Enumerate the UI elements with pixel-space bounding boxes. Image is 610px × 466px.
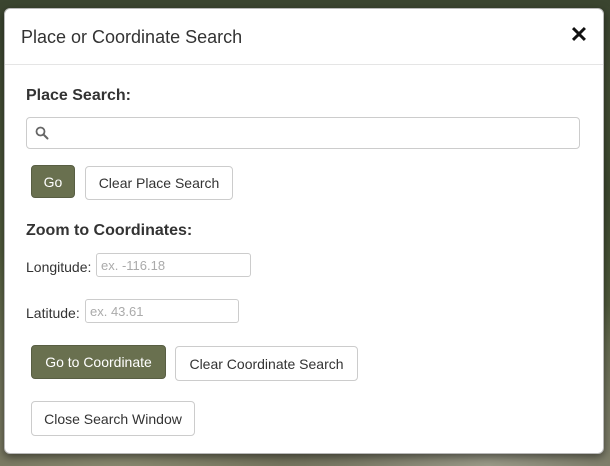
place-search-input[interactable] <box>55 119 577 147</box>
longitude-input[interactable] <box>96 253 251 277</box>
clear-coordinate-search-button[interactable]: Clear Coordinate Search <box>175 346 358 381</box>
place-search-heading: Place Search: <box>26 87 131 104</box>
clear-place-search-button[interactable]: Clear Place Search <box>85 166 233 200</box>
modal-header: Place or Coordinate Search ✕ <box>5 9 603 65</box>
close-search-window-button[interactable]: Close Search Window <box>31 401 195 436</box>
go-to-coordinate-button[interactable]: Go to Coordinate <box>31 345 166 379</box>
latitude-input[interactable] <box>85 299 239 323</box>
coordinates-heading: Zoom to Coordinates: <box>26 222 193 239</box>
modal-title: Place or Coordinate Search <box>21 27 243 47</box>
latitude-label: Latitude: <box>26 305 80 321</box>
close-icon[interactable]: ✕ <box>569 23 589 47</box>
go-button[interactable]: Go <box>31 165 75 198</box>
search-icon <box>35 126 49 140</box>
longitude-label: Longitude: <box>26 259 92 275</box>
place-search-field[interactable] <box>26 117 580 149</box>
search-modal: Place or Coordinate Search ✕ Place Searc… <box>4 8 604 454</box>
